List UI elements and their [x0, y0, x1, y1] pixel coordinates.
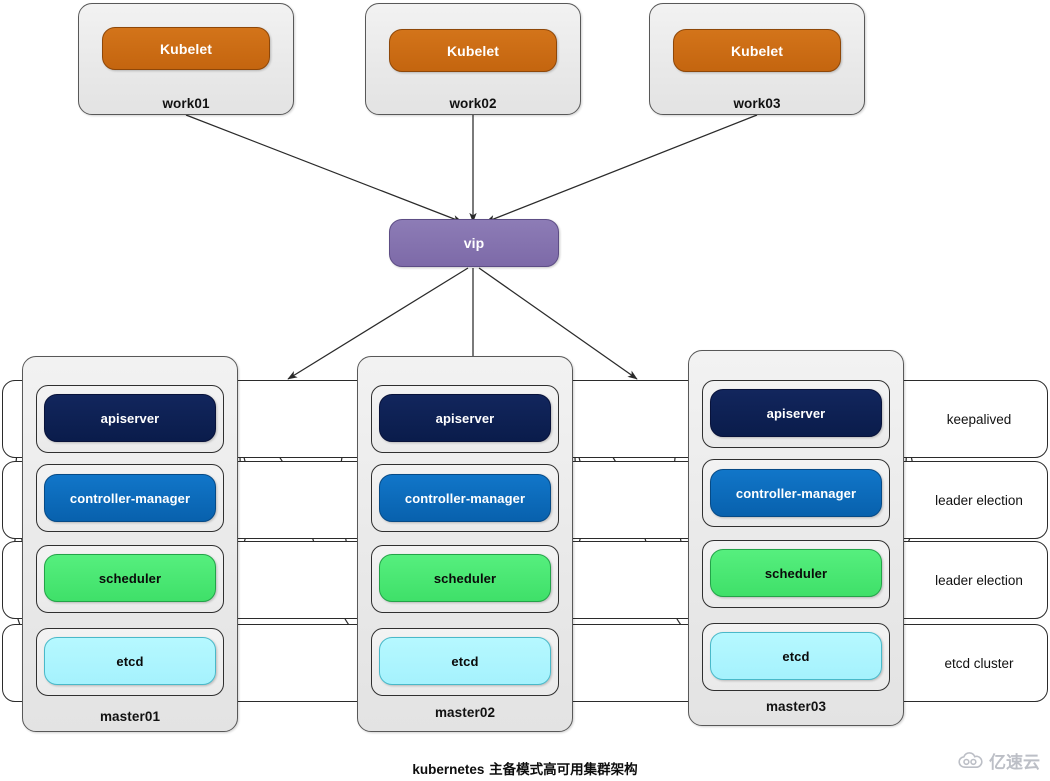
component-label: Kubelet: [159, 40, 213, 57]
component-controller-manager-master03[interactable]: controller-manager: [710, 469, 882, 517]
band-label-keepalived: keepalived: [946, 411, 1012, 427]
component-label: controller-manager: [404, 490, 526, 506]
component-kubelet-work01[interactable]: Kubelet: [102, 27, 270, 70]
diagram-caption: kubernetes 主备模式高可用集群架构: [0, 758, 1050, 778]
component-apiserver-master02[interactable]: apiserver: [379, 394, 551, 442]
component-label: apiserver: [100, 410, 160, 426]
component-label: Kubelet: [730, 42, 784, 59]
watermark-text: 亿速云: [989, 753, 1040, 773]
component-vip[interactable]: vip: [389, 219, 559, 267]
host-label-master03: master03: [765, 699, 827, 714]
watermark: 亿速云: [958, 748, 1040, 773]
component-apiserver-master03[interactable]: apiserver: [710, 389, 882, 437]
component-label: scheduler: [98, 570, 162, 586]
component-scheduler-master03[interactable]: scheduler: [710, 549, 882, 597]
component-apiserver-master01[interactable]: apiserver: [44, 394, 216, 442]
component-etcd-master02[interactable]: etcd: [379, 637, 551, 685]
component-label: apiserver: [766, 405, 826, 421]
component-scheduler-master02[interactable]: scheduler: [379, 554, 551, 602]
component-controller-manager-master01[interactable]: controller-manager: [44, 474, 216, 522]
component-label: vip: [463, 235, 485, 251]
component-label: etcd: [782, 648, 810, 664]
component-scheduler-master01[interactable]: scheduler: [44, 554, 216, 602]
band-label-etcd-cluster: etcd cluster: [944, 655, 1014, 671]
host-label-work01: work01: [162, 96, 210, 111]
component-controller-manager-master02[interactable]: controller-manager: [379, 474, 551, 522]
host-label-work02: work02: [449, 96, 497, 111]
caption-description: 主备模式高可用集群架构: [484, 762, 638, 778]
component-label: Kubelet: [446, 42, 500, 59]
component-label: scheduler: [433, 570, 497, 586]
component-etcd-master01[interactable]: etcd: [44, 637, 216, 685]
host-label-master01: master01: [99, 709, 161, 724]
diagram-canvas: work01 Kubelet work02 Kubelet work03 Kub…: [0, 0, 1050, 781]
component-label: scheduler: [764, 565, 828, 581]
band-label-leader-election-controller: leader election: [935, 492, 1023, 508]
host-label-master02: master02: [434, 705, 496, 720]
cloud-icon: [958, 752, 983, 768]
component-etcd-master03[interactable]: etcd: [710, 632, 882, 680]
caption-product: kubernetes: [412, 762, 485, 777]
component-label: controller-manager: [735, 485, 857, 501]
component-label: apiserver: [435, 410, 495, 426]
band-label-leader-election-scheduler: leader election: [935, 572, 1023, 588]
component-label: etcd: [451, 653, 479, 669]
component-kubelet-work02[interactable]: Kubelet: [389, 29, 557, 72]
component-label: etcd: [116, 653, 144, 669]
host-label-work03: work03: [733, 96, 781, 111]
component-kubelet-work03[interactable]: Kubelet: [673, 29, 841, 72]
component-label: controller-manager: [69, 490, 191, 506]
